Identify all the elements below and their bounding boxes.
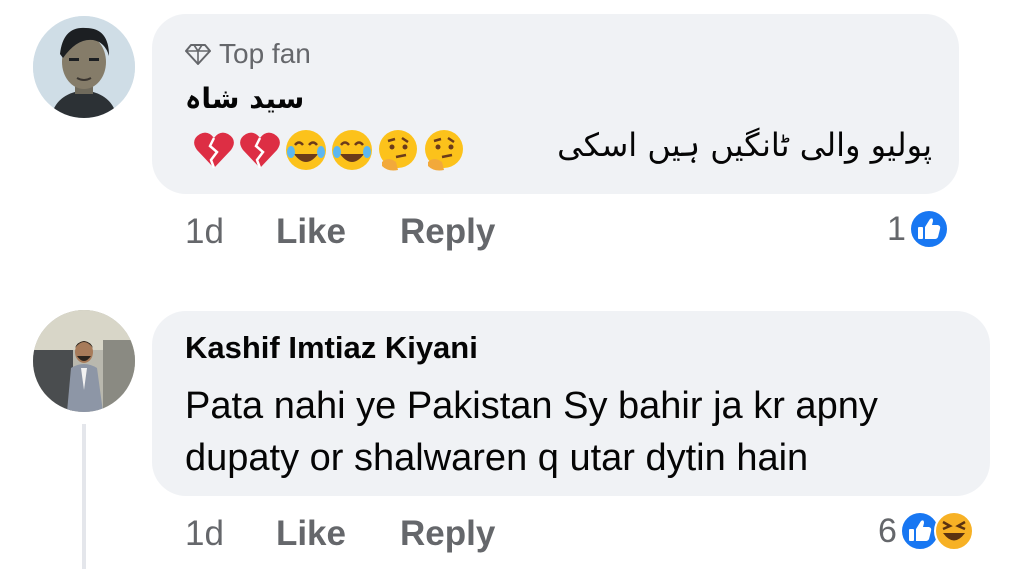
comment-actions: 1d Like Reply bbox=[185, 514, 549, 554]
badge-label: Top fan bbox=[219, 38, 311, 69]
comment-author[interactable]: Kashif Imtiaz Kiyani bbox=[185, 330, 478, 366]
avatar[interactable] bbox=[33, 310, 135, 412]
reaction-summary[interactable]: 6 bbox=[878, 510, 975, 552]
comment-time[interactable]: 1d bbox=[185, 212, 224, 252]
comment-actions: 1d Like Reply bbox=[185, 212, 549, 252]
haha-reaction-icon bbox=[933, 511, 974, 551]
broken-heart-icon bbox=[240, 132, 280, 169]
reply-button[interactable]: Reply bbox=[400, 212, 495, 252]
reaction-count: 1 bbox=[887, 209, 906, 248]
comment-emojis bbox=[192, 128, 466, 172]
broken-heart-icon bbox=[194, 132, 234, 169]
diamond-icon bbox=[185, 44, 211, 65]
comment-author[interactable]: سید شاہ bbox=[185, 82, 345, 115]
reply-button[interactable]: Reply bbox=[400, 514, 495, 554]
reaction-summary[interactable]: 1 bbox=[887, 208, 950, 250]
like-button[interactable]: Like bbox=[276, 212, 346, 252]
thinking-face-icon bbox=[379, 130, 417, 171]
like-button[interactable]: Like bbox=[276, 514, 346, 554]
like-reaction-icon bbox=[908, 209, 949, 249]
comment-text: پولیو والی ٹانگیں ہیں اسکی bbox=[557, 126, 932, 164]
thread-line bbox=[82, 424, 86, 569]
reaction-count: 6 bbox=[878, 511, 897, 550]
avatar[interactable] bbox=[33, 16, 135, 118]
top-fan-badge: Top fan bbox=[185, 37, 311, 71]
thinking-face-icon bbox=[425, 130, 463, 171]
comment-text: Pata nahi ye Pakistan Sy bahir ja kr apn… bbox=[185, 385, 878, 479]
comment-time[interactable]: 1d bbox=[185, 514, 224, 554]
tears-of-joy-icon bbox=[286, 130, 326, 170]
tears-of-joy-icon bbox=[332, 130, 372, 170]
